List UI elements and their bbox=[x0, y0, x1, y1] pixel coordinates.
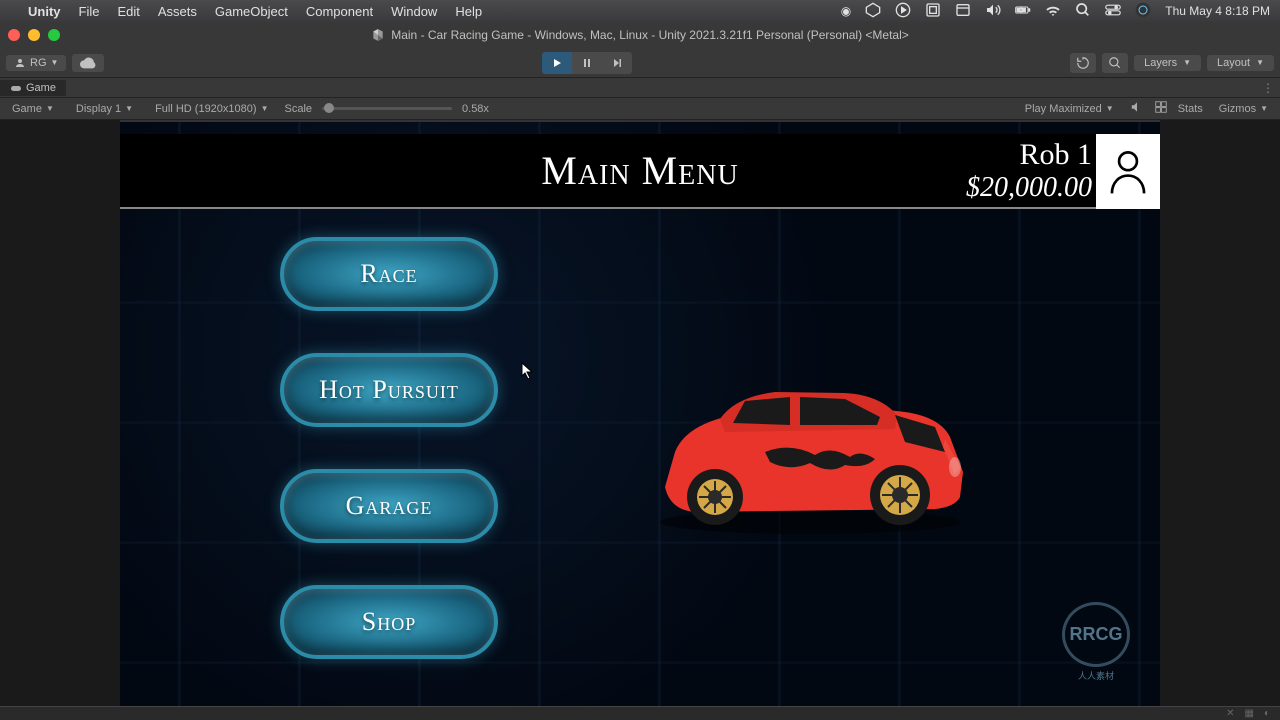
garage-button-label: Garage bbox=[346, 491, 433, 521]
profile-button[interactable] bbox=[1096, 134, 1160, 209]
wifi-icon[interactable] bbox=[1045, 2, 1061, 21]
game-screen: Main Menu Rob 1 $20,000.00 Race Hot Purs… bbox=[120, 120, 1160, 706]
unity-hub-icon[interactable] bbox=[865, 2, 881, 21]
scale-slider[interactable] bbox=[322, 107, 452, 110]
window-close-button[interactable] bbox=[8, 29, 20, 41]
hot-pursuit-button-label: Hot Pursuit bbox=[319, 375, 459, 405]
gamepad-icon bbox=[10, 83, 22, 93]
status-bar: ✕ ▦ ◐ bbox=[0, 706, 1280, 720]
tab-menu-icon[interactable]: ⋮ bbox=[1262, 81, 1274, 95]
chevron-down-icon: ▼ bbox=[1106, 104, 1114, 113]
global-search-button[interactable] bbox=[1102, 53, 1128, 73]
shop-button-label: Shop bbox=[362, 607, 416, 637]
play-maximized-dropdown[interactable]: Play Maximized ▼ bbox=[1019, 103, 1120, 115]
battery-icon[interactable] bbox=[1015, 2, 1031, 21]
window-minimize-button[interactable] bbox=[28, 29, 40, 41]
undo-history-button[interactable] bbox=[1070, 53, 1096, 73]
menu-file[interactable]: File bbox=[79, 4, 100, 19]
shop-button[interactable]: Shop bbox=[280, 585, 498, 659]
play-button[interactable] bbox=[542, 52, 572, 74]
chevron-down-icon: ▼ bbox=[51, 58, 59, 67]
menu-component[interactable]: Component bbox=[306, 4, 373, 19]
hot-pursuit-button[interactable]: Hot Pursuit bbox=[280, 353, 498, 427]
chevron-down-icon: ▼ bbox=[1183, 58, 1191, 67]
gizmos-label: Gizmos bbox=[1219, 103, 1256, 115]
menu-assets[interactable]: Assets bbox=[158, 4, 197, 19]
display-dropdown[interactable]: Display 1 ▼ bbox=[70, 103, 139, 115]
slider-thumb[interactable] bbox=[324, 103, 334, 113]
main-menu-header: Main Menu Rob 1 $20,000.00 bbox=[120, 134, 1160, 209]
play-maximized-label: Play Maximized bbox=[1025, 103, 1102, 115]
scale-value: 0.58x bbox=[462, 103, 489, 115]
unity-toolbar: RG ▼ Layers ▼ Layout ▼ bbox=[0, 48, 1280, 78]
game-tab-bar: Game ⋮ bbox=[0, 78, 1280, 98]
menu-buttons-container: Race Hot Pursuit Garage Shop bbox=[280, 237, 498, 659]
resolution-label: Full HD (1920x1080) bbox=[155, 103, 257, 115]
menubar-datetime[interactable]: Thu May 4 8:18 PM bbox=[1165, 4, 1270, 18]
control-center-icon[interactable] bbox=[1105, 2, 1121, 21]
menu-edit[interactable]: Edit bbox=[117, 4, 139, 19]
watermark: RRCG 人人素材 bbox=[1046, 602, 1146, 682]
watermark-logo: RRCG bbox=[1062, 602, 1130, 667]
game-viewport: Main Menu Rob 1 $20,000.00 Race Hot Purs… bbox=[0, 120, 1280, 706]
mouse-cursor bbox=[521, 362, 535, 380]
menu-window[interactable]: Window bbox=[391, 4, 437, 19]
window-title: Main - Car Racing Game - Windows, Mac, L… bbox=[391, 28, 909, 42]
record-icon[interactable]: ◉ bbox=[841, 4, 851, 18]
cloud-button[interactable] bbox=[72, 54, 104, 72]
menu-app-name[interactable]: Unity bbox=[28, 4, 61, 19]
chevron-down-icon: ▼ bbox=[1260, 104, 1268, 113]
play-status-icon[interactable] bbox=[895, 2, 911, 21]
stage-manager-icon[interactable] bbox=[925, 2, 941, 21]
step-button[interactable] bbox=[602, 52, 632, 74]
status-icon-2[interactable]: ▦ bbox=[1245, 708, 1254, 719]
date-icon[interactable] bbox=[955, 2, 971, 21]
race-button[interactable]: Race bbox=[280, 237, 498, 311]
chevron-down-icon: ▼ bbox=[1256, 58, 1264, 67]
resolution-dropdown[interactable]: Full HD (1920x1080) ▼ bbox=[149, 103, 274, 115]
stats-button[interactable]: Stats bbox=[1178, 103, 1203, 115]
chevron-down-icon: ▼ bbox=[125, 104, 133, 113]
layers-label: Layers bbox=[1144, 57, 1177, 69]
player-info: Rob 1 $20,000.00 bbox=[966, 138, 1092, 204]
volume-icon[interactable] bbox=[985, 2, 1001, 21]
pause-button[interactable] bbox=[572, 52, 602, 74]
spotlight-icon[interactable] bbox=[1075, 2, 1091, 21]
scale-label: Scale bbox=[284, 103, 312, 115]
account-dropdown[interactable]: RG ▼ bbox=[6, 55, 66, 71]
layers-dropdown[interactable]: Layers ▼ bbox=[1134, 55, 1201, 71]
menu-gameobject[interactable]: GameObject bbox=[215, 4, 288, 19]
player-money: $20,000.00 bbox=[966, 172, 1092, 204]
player-name: Rob 1 bbox=[966, 138, 1092, 172]
account-label: RG bbox=[30, 57, 47, 69]
main-menu-title: Main Menu bbox=[541, 147, 738, 194]
menu-help[interactable]: Help bbox=[455, 4, 482, 19]
siri-icon[interactable] bbox=[1135, 2, 1151, 21]
macos-menubar: Unity File Edit Assets GameObject Compon… bbox=[0, 0, 1280, 22]
gizmos-dropdown[interactable]: Gizmos ▼ bbox=[1213, 103, 1274, 115]
game-background bbox=[120, 122, 1160, 706]
status-icon-3[interactable]: ◐ bbox=[1264, 708, 1270, 719]
layout-label: Layout bbox=[1217, 57, 1250, 69]
watermark-text: 人人素材 bbox=[1078, 669, 1114, 682]
gizmos-grid-icon[interactable] bbox=[1154, 100, 1168, 117]
tab-game[interactable]: Game bbox=[0, 80, 66, 96]
car-preview bbox=[645, 367, 975, 537]
garage-button[interactable]: Garage bbox=[280, 469, 498, 543]
status-icon-1[interactable]: ✕ bbox=[1226, 708, 1234, 719]
chevron-down-icon: ▼ bbox=[46, 104, 54, 113]
game-mode-label: Game bbox=[12, 103, 42, 115]
display-label: Display 1 bbox=[76, 103, 121, 115]
window-maximize-button[interactable] bbox=[48, 29, 60, 41]
tab-game-label: Game bbox=[26, 82, 56, 94]
game-controls-bar: Game ▼ Display 1 ▼ Full HD (1920x1080) ▼… bbox=[0, 98, 1280, 120]
mute-audio-icon[interactable] bbox=[1130, 100, 1144, 117]
race-button-label: Race bbox=[360, 259, 417, 289]
chevron-down-icon: ▼ bbox=[261, 104, 269, 113]
layout-dropdown[interactable]: Layout ▼ bbox=[1207, 55, 1274, 71]
profile-icon bbox=[1106, 147, 1150, 197]
unity-logo-icon bbox=[371, 28, 385, 42]
game-mode-dropdown[interactable]: Game ▼ bbox=[6, 103, 60, 115]
unity-titlebar: Main - Car Racing Game - Windows, Mac, L… bbox=[0, 22, 1280, 48]
